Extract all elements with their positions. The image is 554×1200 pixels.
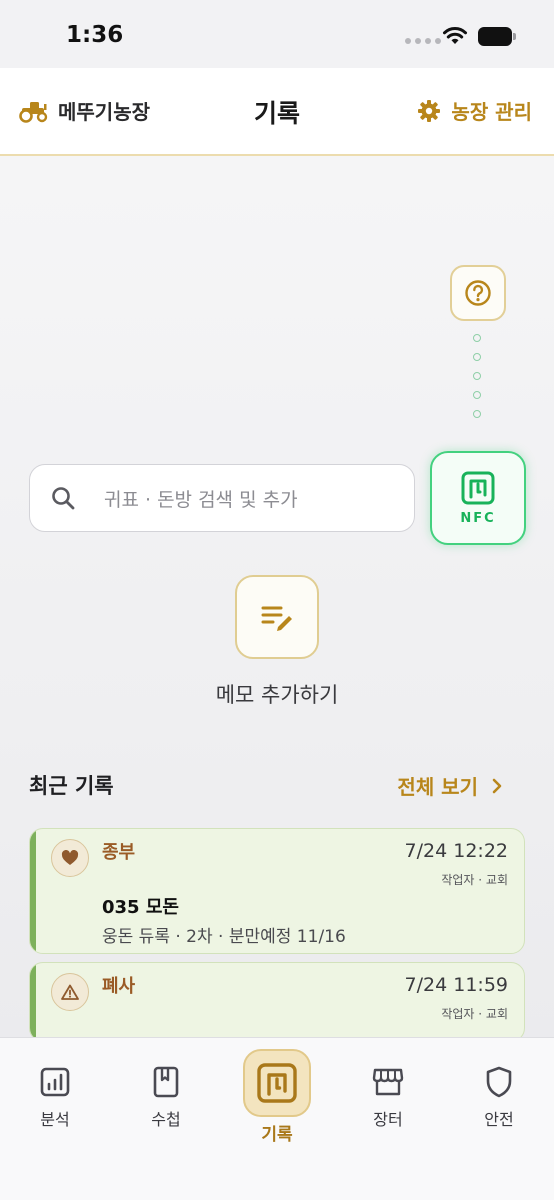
search-icon bbox=[52, 487, 75, 510]
chart-icon bbox=[40, 1067, 70, 1097]
bottom-tab-bar: 분석 수첩 기록 장터 안전 bbox=[0, 1037, 554, 1200]
record-time: 7/24 12:22 bbox=[404, 840, 508, 862]
wifi-icon bbox=[443, 27, 467, 44]
battery-icon bbox=[478, 27, 516, 46]
record-type: 종부 bbox=[102, 842, 136, 863]
connector-dots bbox=[473, 334, 481, 418]
tab-analysis[interactable]: 분석 bbox=[0, 1038, 110, 1130]
search-input[interactable]: 귀표 · 돈방 검색 및 추가 bbox=[29, 464, 415, 532]
status-time: 1:36 bbox=[66, 22, 124, 48]
record-type: 폐사 bbox=[102, 976, 136, 997]
nfc-icon bbox=[461, 471, 495, 504]
record-card[interactable]: 종부 7/24 12:22 작업자 · 교회 035 모돈 웅돈 듀록 · 2차… bbox=[29, 828, 525, 954]
see-all-label: 전체 보기 bbox=[397, 775, 478, 799]
status-bar: 1:36 bbox=[0, 0, 554, 68]
warning-icon bbox=[51, 973, 89, 1011]
shield-icon bbox=[486, 1066, 512, 1098]
record-worker: 작업자 · 교회 bbox=[441, 873, 508, 887]
record-accent-bar bbox=[30, 963, 36, 1041]
signal-dots-icon bbox=[405, 38, 441, 44]
search-placeholder: 귀표 · 돈방 검색 및 추가 bbox=[104, 488, 298, 511]
tab-record[interactable] bbox=[243, 1049, 311, 1117]
nfc-label: NFC bbox=[460, 510, 496, 526]
record-time: 7/24 11:59 bbox=[404, 974, 508, 996]
record-title: 035 모돈 bbox=[102, 897, 179, 918]
notebook-icon bbox=[153, 1066, 179, 1098]
farm-manage-label: 농장 관리 bbox=[451, 100, 532, 124]
nfc-record-icon bbox=[257, 1063, 297, 1103]
nfc-scan-button[interactable]: NFC bbox=[430, 451, 526, 545]
record-detail: 웅돈 듀록 · 2차 · 분만예정 11/16 bbox=[102, 927, 346, 947]
add-memo-label[interactable]: 메모 추가하기 bbox=[0, 679, 554, 709]
store-icon bbox=[372, 1068, 404, 1096]
app-header: 메뚜기농장 기록 농장 관리 bbox=[0, 68, 554, 156]
chevron-right-icon bbox=[492, 778, 502, 793]
record-worker: 작업자 · 교회 bbox=[441, 1007, 508, 1021]
recent-records-title: 최근 기록 bbox=[29, 774, 114, 798]
see-all-button[interactable]: 전체 보기 bbox=[397, 771, 502, 800]
tab-label: 수첩 bbox=[151, 1110, 181, 1129]
record-card[interactable]: 폐사 7/24 11:59 작업자 · 교회 bbox=[29, 962, 525, 1042]
farm-manage-button[interactable]: 농장 관리 bbox=[417, 96, 532, 125]
record-accent-bar bbox=[30, 829, 36, 953]
tab-safety[interactable]: 안전 bbox=[444, 1038, 554, 1130]
tab-label-active: 기록 bbox=[261, 1125, 293, 1145]
tab-label: 장터 bbox=[373, 1110, 403, 1129]
add-memo-button[interactable] bbox=[235, 575, 319, 659]
tab-label: 안전 bbox=[484, 1110, 514, 1129]
question-icon bbox=[465, 280, 491, 306]
help-button[interactable] bbox=[450, 265, 506, 321]
gear-icon bbox=[418, 99, 441, 122]
tab-market[interactable]: 장터 bbox=[333, 1038, 443, 1130]
tab-label: 분석 bbox=[40, 1110, 70, 1129]
heart-icon bbox=[51, 839, 89, 877]
memo-edit-icon bbox=[261, 606, 292, 631]
tab-notebook[interactable]: 수첩 bbox=[111, 1038, 221, 1130]
